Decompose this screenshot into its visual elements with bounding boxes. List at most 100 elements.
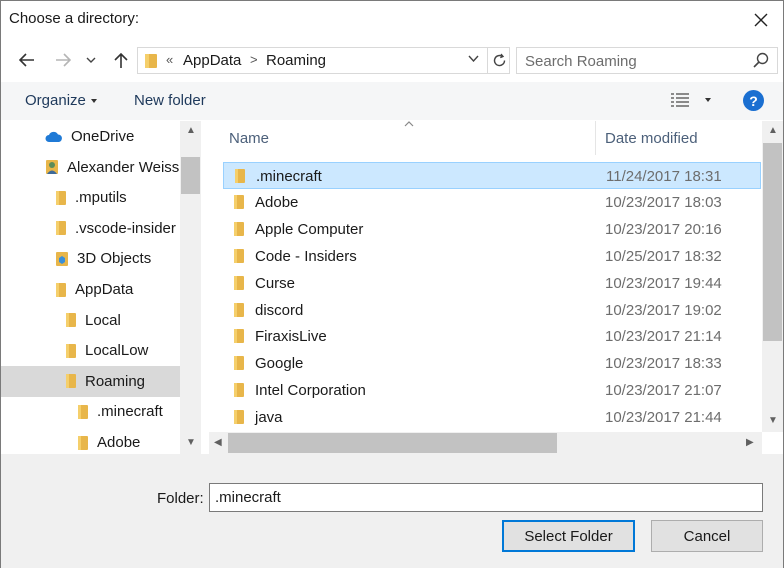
- help-button[interactable]: ?: [743, 90, 764, 111]
- tree-item[interactable]: .vscode-insider: [55, 215, 176, 242]
- folder-icon: [77, 435, 89, 451]
- folder-icon: [77, 404, 89, 420]
- file-list-vertical-scrollbar[interactable]: ▲ ▼: [762, 121, 783, 432]
- navigation-pane-scrollbar[interactable]: ▲ ▼: [180, 121, 201, 454]
- tree-item[interactable]: .minecraft: [77, 398, 163, 425]
- folder-icon: [55, 220, 67, 236]
- tree-item[interactable]: LocalLow: [65, 337, 148, 364]
- tree-item[interactable]: OneDrive: [45, 123, 134, 150]
- arrow-left-icon: [19, 53, 34, 67]
- list-item[interactable]: Code - Insiders 10/25/2017 18:32: [223, 243, 761, 270]
- breadcrumb-roaming[interactable]: Roaming: [266, 52, 326, 69]
- folder-icon: [55, 282, 67, 298]
- list-item[interactable]: Adobe 10/23/2017 18:03: [223, 189, 761, 216]
- column-divider[interactable]: [595, 121, 596, 155]
- tree-item[interactable]: Adobe: [77, 429, 140, 456]
- scroll-right-arrow-icon[interactable]: ▶: [746, 437, 754, 448]
- file-list-horizontal-scrollbar[interactable]: ◀ ▶: [209, 432, 762, 454]
- address-bar[interactable]: « AppData > Roaming: [137, 47, 510, 74]
- folder-icon: [233, 194, 245, 214]
- 3d-objects-icon: [55, 251, 69, 267]
- list-item[interactable]: Intel Corporation 10/23/2017 21:07: [223, 377, 761, 404]
- folder-icon: [233, 328, 245, 348]
- breadcrumb-separator[interactable]: >: [250, 52, 258, 67]
- scrollbar-thumb[interactable]: [763, 143, 782, 341]
- file-name: Google: [255, 355, 304, 373]
- list-item[interactable]: Curse 10/23/2017 19:44: [223, 270, 761, 297]
- command-bar: Organize New folder: [1, 82, 783, 120]
- scroll-down-arrow-icon[interactable]: ▼: [186, 437, 196, 448]
- scrollbar-thumb[interactable]: [228, 433, 557, 453]
- back-button[interactable]: [13, 47, 41, 73]
- details-view-icon: [671, 93, 689, 107]
- dialog-title: Choose a directory:: [9, 10, 140, 27]
- tree-item[interactable]: Roaming: [65, 368, 145, 395]
- tree-item[interactable]: .mputils: [55, 184, 127, 211]
- refresh-button[interactable]: [487, 48, 510, 73]
- folder-icon: [233, 221, 245, 241]
- caret-down-icon: [705, 98, 712, 102]
- file-name: Intel Corporation: [255, 382, 366, 400]
- list-item[interactable]: FiraxisLive 10/23/2017 21:14: [223, 323, 761, 350]
- folder-name-input[interactable]: [209, 483, 763, 512]
- forward-button[interactable]: [49, 47, 77, 73]
- date-modified: 10/23/2017 18:03: [605, 193, 722, 211]
- organize-label: Organize: [25, 92, 86, 109]
- scrollbar-thumb[interactable]: [181, 157, 200, 194]
- folder-icon: [233, 355, 245, 375]
- tree-item[interactable]: 3D Objects: [55, 245, 151, 272]
- tree-item-label: Roaming: [85, 372, 146, 390]
- breadcrumb-appdata[interactable]: AppData: [183, 52, 241, 69]
- organize-button[interactable]: Organize: [25, 92, 97, 109]
- date-modified: 10/23/2017 21:14: [605, 328, 722, 346]
- recent-locations-button[interactable]: [81, 47, 101, 73]
- folder-icon: [234, 168, 246, 188]
- chevron-down-icon[interactable]: [468, 55, 479, 62]
- cloud-icon: [45, 131, 63, 143]
- folder-icon: [65, 312, 77, 328]
- scroll-left-arrow-icon[interactable]: ◀: [214, 437, 222, 448]
- column-header-name[interactable]: Name: [229, 130, 269, 147]
- column-header-date-modified[interactable]: Date modified: [605, 130, 698, 147]
- tree-item-label: Adobe: [97, 434, 141, 451]
- folder-icon: [145, 54, 157, 68]
- folder-icon: [55, 190, 67, 206]
- tree-item-label: 3D Objects: [77, 250, 152, 268]
- dialog-window: Choose a directory: « AppData > Roaming: [0, 0, 784, 568]
- file-name: .minecraft: [256, 168, 322, 185]
- search-input[interactable]: [525, 51, 745, 71]
- navigation-bar: « AppData > Roaming: [1, 41, 783, 79]
- tree-item[interactable]: Alexander Weiss: [45, 154, 179, 181]
- folder-icon: [233, 248, 245, 268]
- tree-item-label: Alexander Weiss: [67, 158, 180, 176]
- folder-icon: [233, 382, 245, 402]
- select-folder-button[interactable]: Select Folder: [502, 520, 635, 552]
- folder-icon: [233, 409, 245, 429]
- scroll-up-arrow-icon[interactable]: ▲: [768, 125, 778, 136]
- tree-item[interactable]: AppData: [55, 276, 133, 303]
- new-folder-button[interactable]: New folder: [134, 92, 206, 109]
- search-icon[interactable]: [753, 52, 769, 68]
- change-view-button[interactable]: [671, 92, 712, 112]
- folder-icon: [233, 275, 245, 295]
- tree-item-label: .minecraft: [97, 403, 163, 421]
- list-item[interactable]: Apple Computer 10/23/2017 20:16: [223, 216, 761, 243]
- scroll-down-arrow-icon[interactable]: ▼: [768, 415, 778, 426]
- up-button[interactable]: [107, 47, 135, 73]
- close-button[interactable]: [739, 1, 783, 39]
- list-item[interactable]: java 10/23/2017 21:44: [223, 404, 761, 431]
- arrow-right-icon: [56, 53, 71, 67]
- refresh-icon: [493, 53, 505, 67]
- breadcrumb-overflow[interactable]: «: [166, 52, 173, 67]
- scroll-up-arrow-icon[interactable]: ▲: [186, 125, 196, 136]
- list-item[interactable]: discord 10/23/2017 19:02: [223, 297, 761, 324]
- folder-label: Folder:: [157, 490, 204, 507]
- list-item[interactable]: Google 10/23/2017 18:33: [223, 350, 761, 377]
- list-item[interactable]: .minecraft 11/24/2017 18:31: [223, 162, 761, 189]
- tree-item[interactable]: Local: [65, 307, 121, 334]
- date-modified: 10/23/2017 20:16: [605, 220, 722, 238]
- date-modified: 10/23/2017 18:33: [605, 355, 722, 373]
- user-icon: [45, 159, 59, 175]
- cancel-button[interactable]: Cancel: [651, 520, 763, 552]
- date-modified: 10/23/2017 21:07: [605, 382, 722, 400]
